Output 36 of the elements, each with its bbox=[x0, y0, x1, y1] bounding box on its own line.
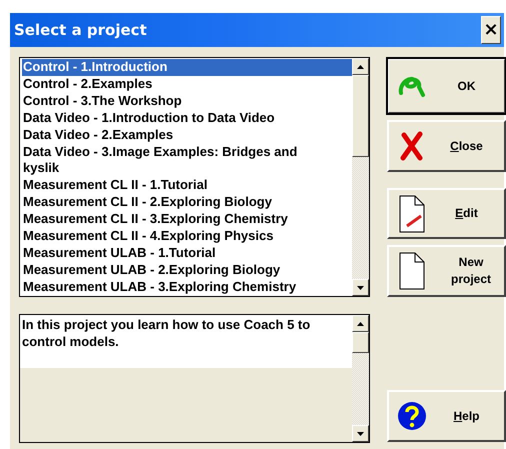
down-triangle-icon bbox=[357, 286, 364, 290]
document-icon bbox=[399, 252, 425, 290]
close-button[interactable]: Close bbox=[387, 120, 506, 172]
project-item[interactable]: Data Video - 2.Examples bbox=[22, 126, 352, 144]
scroll-down-button[interactable] bbox=[352, 425, 369, 442]
ok-button[interactable]: OK bbox=[387, 58, 506, 114]
scroll-thumb[interactable] bbox=[352, 332, 369, 353]
project-item[interactable]: Data Video - 3.Image Examples: Bridges and bbox=[22, 144, 352, 160]
scroll-up-button[interactable] bbox=[352, 315, 369, 332]
project-item[interactable]: Measurement CL II - 2.Exploring Biology bbox=[22, 194, 352, 212]
project-item[interactable]: Control - 1.Introduction bbox=[22, 59, 352, 76]
help-icon bbox=[397, 401, 427, 431]
scroll-thumb[interactable] bbox=[352, 75, 369, 157]
down-triangle-icon bbox=[357, 432, 364, 436]
project-item[interactable]: Control - 3.The Workshop bbox=[22, 92, 352, 110]
project-item[interactable]: Data Video - 1.Introduction to Data Video bbox=[22, 110, 352, 127]
close-button[interactable]: × bbox=[481, 16, 501, 44]
project-item[interactable]: Measurement CL II - 4.Exploring Physics bbox=[22, 228, 352, 245]
document-pencil-icon bbox=[399, 194, 425, 232]
up-triangle-icon bbox=[357, 322, 364, 326]
cross-icon bbox=[400, 131, 424, 161]
project-item[interactable]: Measurement ULAB - 3.Exploring Chemistry bbox=[22, 278, 352, 296]
scroll-up-button[interactable] bbox=[352, 58, 369, 75]
scroll-down-button[interactable] bbox=[352, 279, 369, 296]
edit-button[interactable]: Edit bbox=[387, 188, 506, 239]
project-item[interactable]: kyslik bbox=[22, 160, 352, 178]
project-item[interactable]: Measurement ULAB - 1.Tutorial bbox=[22, 244, 352, 262]
project-item[interactable]: Measurement CL II - 3.Exploring Chemistry bbox=[22, 211, 352, 228]
up-triangle-icon bbox=[357, 64, 364, 68]
window-title: Select a project bbox=[14, 21, 147, 39]
new-button[interactable]: New project bbox=[387, 245, 506, 297]
project-description: In this project you learn how to use Coach 5 to control models. bbox=[22, 317, 310, 349]
project-item[interactable]: Control - 2.Examples bbox=[22, 76, 352, 93]
project-item[interactable]: Measurement CL II - 1.Tutorial bbox=[22, 177, 352, 194]
help-button[interactable]: Help bbox=[387, 390, 506, 442]
project-item[interactable]: Measurement ULAB - 2.Exploring Biology bbox=[22, 262, 352, 279]
